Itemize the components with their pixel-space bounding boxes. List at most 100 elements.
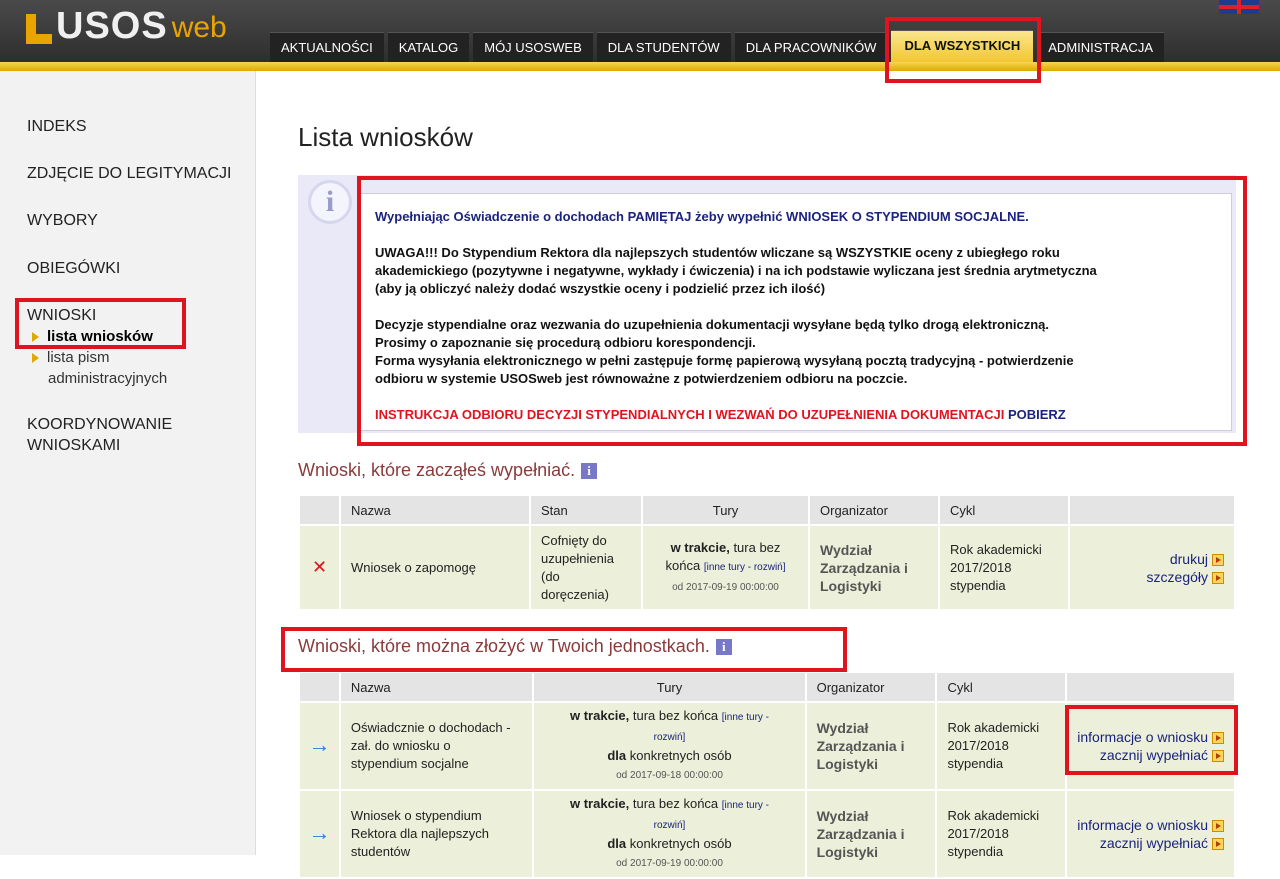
info-instruction-line: INSTRUKCJA ODBIORU DECYZJI STYPENDIALNYC… — [375, 406, 1217, 424]
sidebar-item-koordynowanie-cont[interactable]: WNIOSKAMI — [27, 435, 120, 456]
other-rounds-link[interactable]: [inne tury - — [722, 800, 769, 811]
sidebar-item-indeks[interactable]: INDEKS — [27, 116, 87, 137]
application-tura: w trakcie, tura bez końca [inne tury - r… — [642, 525, 810, 611]
cross-icon: ✕ — [311, 556, 328, 577]
go-arrow-icon — [1212, 820, 1224, 833]
tab-administracja[interactable]: ADMINISTRACJA — [1037, 32, 1164, 62]
column-header-actions — [1069, 496, 1236, 526]
section-info-icon[interactable]: i — [581, 463, 598, 480]
application-info-link[interactable]: informacje o wniosku — [1077, 728, 1224, 746]
status-cell: ✕ — [300, 525, 341, 611]
tab-katalog[interactable]: KATALOG — [387, 32, 470, 62]
table-row: → Wniosek o stypendium Rektora dla najle… — [300, 790, 1236, 879]
info-message: Wypełniając Oświadczenie o dochodach PAM… — [360, 193, 1232, 431]
other-rounds-link-cont[interactable]: rozwiń] — [654, 732, 686, 743]
started-applications-table: Nazwa Stan Tury Organizator Cykl ✕ Wnios… — [300, 496, 1236, 611]
info-paragraph-2: UWAGA!!! Do Stypendium Rektora dla najle… — [375, 245, 1097, 296]
section-title-started: Wnioski, które zacząłeś wypełniać. i — [298, 460, 598, 481]
go-arrow-icon — [1212, 750, 1224, 763]
application-state: Cofnięty do uzupełnienia (do doręczenia) — [530, 525, 643, 611]
tab-aktualnosci[interactable]: AKTUALNOŚCI — [270, 32, 384, 62]
go-arrow-icon — [1212, 732, 1224, 745]
section-info-icon[interactable]: i — [715, 639, 732, 656]
info-line-1: Wypełniając Oświadczenie o dochodach PAM… — [375, 209, 1029, 224]
sidebar-subitem-lista-pism[interactable]: lista pism — [32, 347, 110, 368]
application-info-link[interactable]: informacje o wniosku — [1077, 816, 1224, 834]
sidebar: INDEKS ZDJĘCIE DO LEGITYMACJI WYBORY OBI… — [0, 71, 256, 855]
sidebar-item-obiegowki[interactable]: OBIEGÓWKI — [27, 258, 120, 279]
application-cycle: Rok akademicki 2017/2018 stypendia — [936, 702, 1068, 791]
go-arrow-icon — [1212, 571, 1224, 584]
print-link[interactable]: drukuj — [1080, 550, 1224, 568]
arrow-right-icon: → — [308, 731, 331, 757]
go-arrow-icon — [1212, 838, 1224, 851]
column-header-actions — [1066, 673, 1236, 703]
info-icon: i — [308, 180, 352, 224]
application-name: Wniosek o zapomogę — [340, 525, 531, 611]
column-header-tury: Tury — [642, 496, 810, 526]
application-organizer: Wydział Zarządzania i Logistyki — [809, 525, 940, 611]
column-header-nazwa: Nazwa — [339, 673, 535, 703]
page-title: Lista wniosków — [298, 122, 473, 152]
application-name: Wniosek o stypendium Rektora dla najleps… — [339, 790, 535, 879]
table-row: → Oświadcznie o dochodach - zał. do wnio… — [300, 702, 1236, 791]
sidebar-item-koordynowanie[interactable]: KOORDYNOWANIE — [27, 414, 172, 435]
start-filling-link[interactable]: zacznij wypełniać — [1077, 834, 1224, 852]
tab-moj-usosweb[interactable]: MÓJ USOSWEB — [473, 32, 593, 62]
status-cell: → — [300, 790, 341, 879]
download-link[interactable]: POBIERZ — [1008, 407, 1066, 422]
bullet-arrow-icon — [32, 332, 39, 343]
bullet-arrow-icon — [32, 353, 39, 364]
column-header-cykl: Cykl — [939, 496, 1070, 526]
application-tura: w trakcie, tura bez końca [inne tury - r… — [533, 702, 807, 791]
info-box: i Wypełniając Oświadczenie o dochodach P… — [298, 175, 1236, 433]
top-bar-stripe — [0, 62, 1280, 71]
application-tura: w trakcie, tura bez końca [inne tury - r… — [533, 790, 807, 879]
main-nav-tabs: AKTUALNOŚCI KATALOG MÓJ USOSWEB DLA STUD… — [270, 30, 1168, 62]
column-header-icon — [300, 673, 341, 703]
actions-cell: informacje o wniosku zacznij wypełniać — [1066, 790, 1236, 879]
logo-subtext: web — [171, 11, 227, 44]
actions-cell: informacje o wniosku zacznij wypełniać — [1066, 702, 1236, 791]
info-paragraph-3: Decyzje stypendialne oraz wezwania do uz… — [375, 317, 1074, 386]
other-rounds-link-cont[interactable]: rozwiń] — [654, 820, 686, 831]
instruction-text: INSTRUKCJA ODBIORU DECYZJI STYPENDIALNYC… — [375, 407, 1005, 422]
application-organizer: Wydział Zarządzania i Logistyki — [805, 702, 938, 791]
column-header-organizator: Organizator — [805, 673, 938, 703]
usosweb-logo[interactable]: USOS web — [22, 2, 227, 46]
available-applications-table: Nazwa Tury Organizator Cykl → Oświadczni… — [300, 673, 1236, 879]
tab-dla-wszystkich[interactable]: DLA WSZYSTKICH — [891, 30, 1034, 62]
usos-logo-icon — [22, 10, 54, 46]
section-title-available: Wnioski, które można złożyć w Twoich jed… — [298, 636, 732, 657]
logo-text: USOS — [56, 5, 168, 47]
column-header-tury: Tury — [533, 673, 807, 703]
table-header-row: Nazwa Tury Organizator Cykl — [300, 673, 1236, 703]
application-organizer: Wydział Zarządzania i Logistyki — [805, 790, 938, 879]
application-name: Oświadcznie o dochodach - zał. do wniosk… — [339, 702, 535, 791]
go-arrow-icon — [1212, 553, 1224, 566]
arrow-right-icon: → — [308, 819, 331, 845]
column-header-icon — [300, 496, 341, 526]
tab-dla-pracownikow[interactable]: DLA PRACOWNIKÓW — [734, 32, 888, 62]
details-link[interactable]: szczegóły — [1080, 568, 1224, 586]
tab-dla-studentow[interactable]: DLA STUDENTÓW — [596, 32, 731, 62]
other-rounds-link[interactable]: [inne tury - — [722, 712, 769, 723]
sidebar-subitem-lista-wnioskow[interactable]: lista wniosków — [32, 326, 153, 347]
column-header-stan: Stan — [530, 496, 643, 526]
top-bar: USOS web AKTUALNOŚCI KATALOG MÓJ USOSWEB… — [0, 0, 1280, 62]
sidebar-subitem-lista-pism-cont[interactable]: administracyjnych — [48, 368, 167, 389]
column-header-organizator: Organizator — [809, 496, 940, 526]
sidebar-item-wnioski[interactable]: WNIOSKI — [27, 305, 96, 326]
table-header-row: Nazwa Stan Tury Organizator Cykl — [300, 496, 1236, 526]
table-row: ✕ Wniosek o zapomogę Cofnięty do uzupełn… — [300, 525, 1236, 611]
start-filling-link[interactable]: zacznij wypełniać — [1077, 746, 1224, 764]
application-cycle: Rok akademicki 2017/2018 stypendia — [936, 790, 1068, 879]
column-header-cykl: Cykl — [936, 673, 1068, 703]
sidebar-item-wybory[interactable]: WYBORY — [27, 210, 98, 231]
sidebar-item-zdjecie[interactable]: ZDJĘCIE DO LEGITYMACJI — [27, 163, 231, 184]
column-header-nazwa: Nazwa — [340, 496, 531, 526]
english-flag-icon[interactable] — [1219, 0, 1259, 14]
other-rounds-link[interactable]: [inne tury - rozwiń] — [704, 562, 786, 573]
application-cycle: Rok akademicki 2017/2018 stypendia — [939, 525, 1070, 611]
actions-cell: drukuj szczegóły — [1069, 525, 1236, 611]
